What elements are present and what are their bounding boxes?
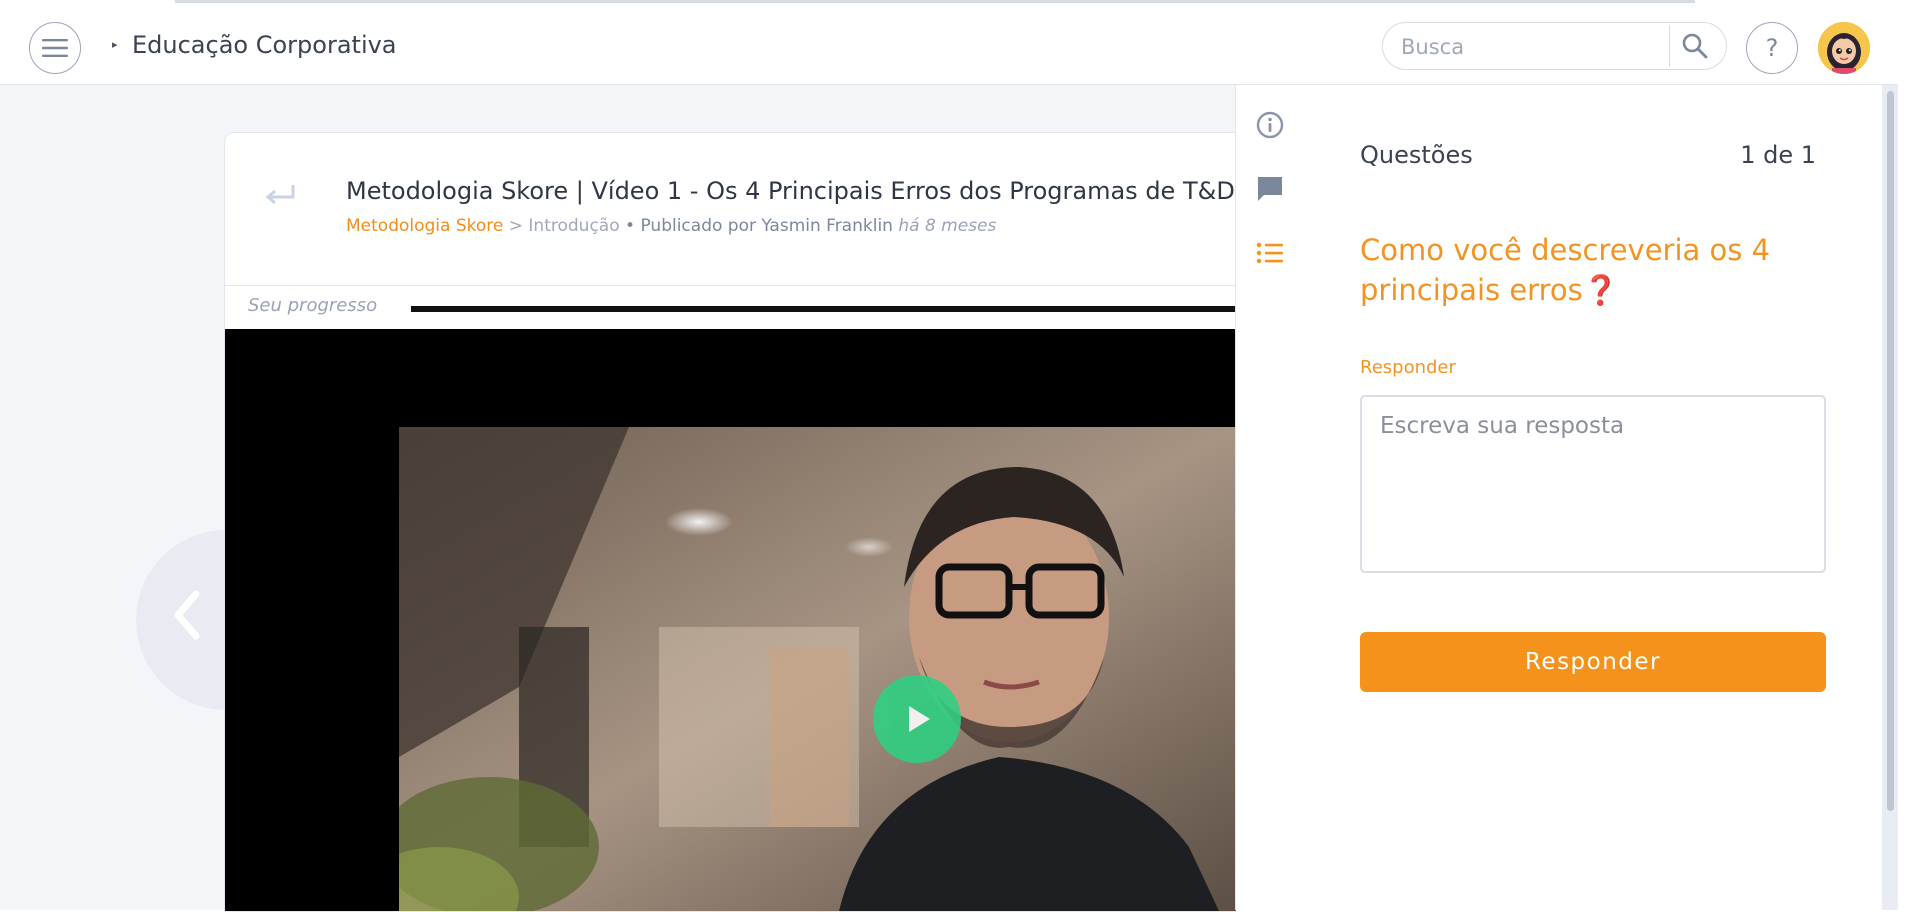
comment-icon bbox=[1258, 177, 1282, 201]
answer-textarea[interactable] bbox=[1360, 395, 1826, 573]
publisher-text: • Publicado por Yasmin Franklin bbox=[625, 216, 893, 236]
side-toolbar bbox=[1235, 85, 1305, 910]
progress-row: Seu progresso bbox=[225, 285, 1236, 330]
published-time: há 8 meses bbox=[898, 216, 997, 236]
question-counter: 1 de 1 bbox=[1740, 141, 1816, 169]
video-player[interactable] bbox=[225, 329, 1236, 911]
play-button[interactable] bbox=[873, 675, 961, 763]
menu-button[interactable] bbox=[29, 22, 81, 74]
chevron-left-icon[interactable] bbox=[172, 590, 202, 640]
content-area: Metodologia Skore | Vídeo 1 - Os 4 Princ… bbox=[0, 85, 1236, 912]
question-text: Como você descreveria os 4 principais er… bbox=[1360, 233, 1771, 307]
breadcrumb-separator: > bbox=[508, 216, 524, 236]
submit-answer-button[interactable]: Responder bbox=[1360, 632, 1826, 692]
lesson-title: Metodologia Skore | Vídeo 1 - Os 4 Princ… bbox=[346, 177, 1235, 205]
video-scene-image bbox=[399, 427, 1236, 911]
search-divider bbox=[1669, 25, 1670, 67]
questions-list-button[interactable] bbox=[1254, 237, 1286, 269]
avatar[interactable] bbox=[1818, 22, 1870, 74]
top-header: ▸ Educação Corporativa ? bbox=[0, 10, 1898, 85]
progress-label: Seu progresso bbox=[248, 295, 378, 316]
app-title[interactable]: Educação Corporativa bbox=[132, 31, 397, 59]
help-button[interactable]: ? bbox=[1746, 22, 1798, 74]
search-input[interactable] bbox=[1399, 33, 1703, 61]
progress-bar bbox=[411, 306, 1236, 312]
progress-fill bbox=[411, 306, 1236, 312]
info-icon bbox=[1256, 111, 1284, 139]
module-link[interactable]: Introdução bbox=[528, 216, 619, 236]
scrollbar-thumb[interactable] bbox=[1887, 91, 1894, 811]
browser-tab-bar bbox=[175, 0, 1695, 3]
info-button[interactable] bbox=[1254, 109, 1286, 141]
panel-title: Questões bbox=[1360, 141, 1473, 169]
video-thumbnail bbox=[399, 427, 1236, 911]
questions-panel: Questões 1 de 1 Como você descreveria os… bbox=[1304, 85, 1882, 910]
search-icon[interactable] bbox=[1681, 32, 1709, 60]
lesson-meta: Metodologia Skore > Introdução • Publica… bbox=[346, 216, 996, 236]
comments-button[interactable] bbox=[1254, 173, 1286, 205]
window-edge bbox=[1898, 0, 1920, 910]
lesson-card: Metodologia Skore | Vídeo 1 - Os 4 Princ… bbox=[224, 132, 1236, 912]
breadcrumb-arrow-icon: ▸ bbox=[112, 38, 118, 51]
question-icon: ? bbox=[1765, 34, 1779, 62]
scrollbar[interactable] bbox=[1882, 85, 1898, 910]
play-icon bbox=[909, 706, 930, 732]
answer-label: Responder bbox=[1360, 357, 1456, 378]
return-arrow-icon[interactable] bbox=[263, 181, 297, 211]
list-icon bbox=[1256, 242, 1283, 264]
hamburger-icon bbox=[42, 39, 68, 57]
avatar-illustration-icon bbox=[1818, 22, 1870, 74]
search-box bbox=[1382, 22, 1727, 70]
course-link[interactable]: Metodologia Skore bbox=[346, 216, 503, 236]
